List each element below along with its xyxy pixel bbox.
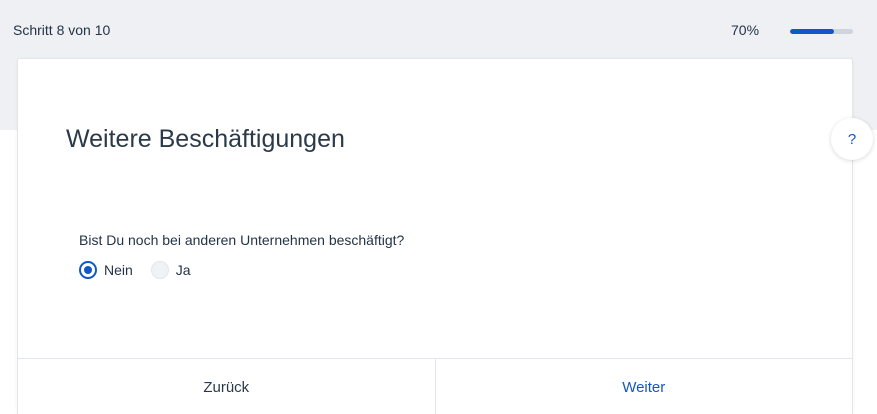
radio-option-nein[interactable]: Nein xyxy=(79,261,133,279)
radio-button-nein[interactable] xyxy=(79,261,97,279)
card-footer: Zurück Weiter xyxy=(18,358,852,414)
radio-label-ja: Ja xyxy=(175,262,191,278)
progress-track xyxy=(790,29,853,34)
progress-fill xyxy=(790,29,835,34)
radio-button-ja[interactable] xyxy=(150,261,169,279)
back-button[interactable]: Zurück xyxy=(18,359,436,414)
radio-group: Nein Ja xyxy=(79,261,201,279)
step-label: Schritt 8 von 10 xyxy=(13,22,111,38)
page: Schritt 8 von 10 70% Weitere Beschäftigu… xyxy=(0,0,877,414)
question-mark-icon: ? xyxy=(847,130,857,148)
help-button[interactable]: ? xyxy=(831,118,873,160)
radio-option-ja[interactable]: Ja xyxy=(150,261,191,279)
progress-percentage: 70% xyxy=(731,22,760,38)
radio-label-nein: Nein xyxy=(104,262,133,278)
step-progress-bar: Schritt 8 von 10 70% xyxy=(0,0,877,44)
question-label: Bist Du noch bei anderen Unternehmen bes… xyxy=(79,232,405,248)
next-button[interactable]: Weiter xyxy=(436,359,853,414)
question-card: Weitere Beschäftigungen Bist Du noch bei… xyxy=(17,58,853,414)
page-title: Weitere Beschäftigungen xyxy=(66,125,345,153)
